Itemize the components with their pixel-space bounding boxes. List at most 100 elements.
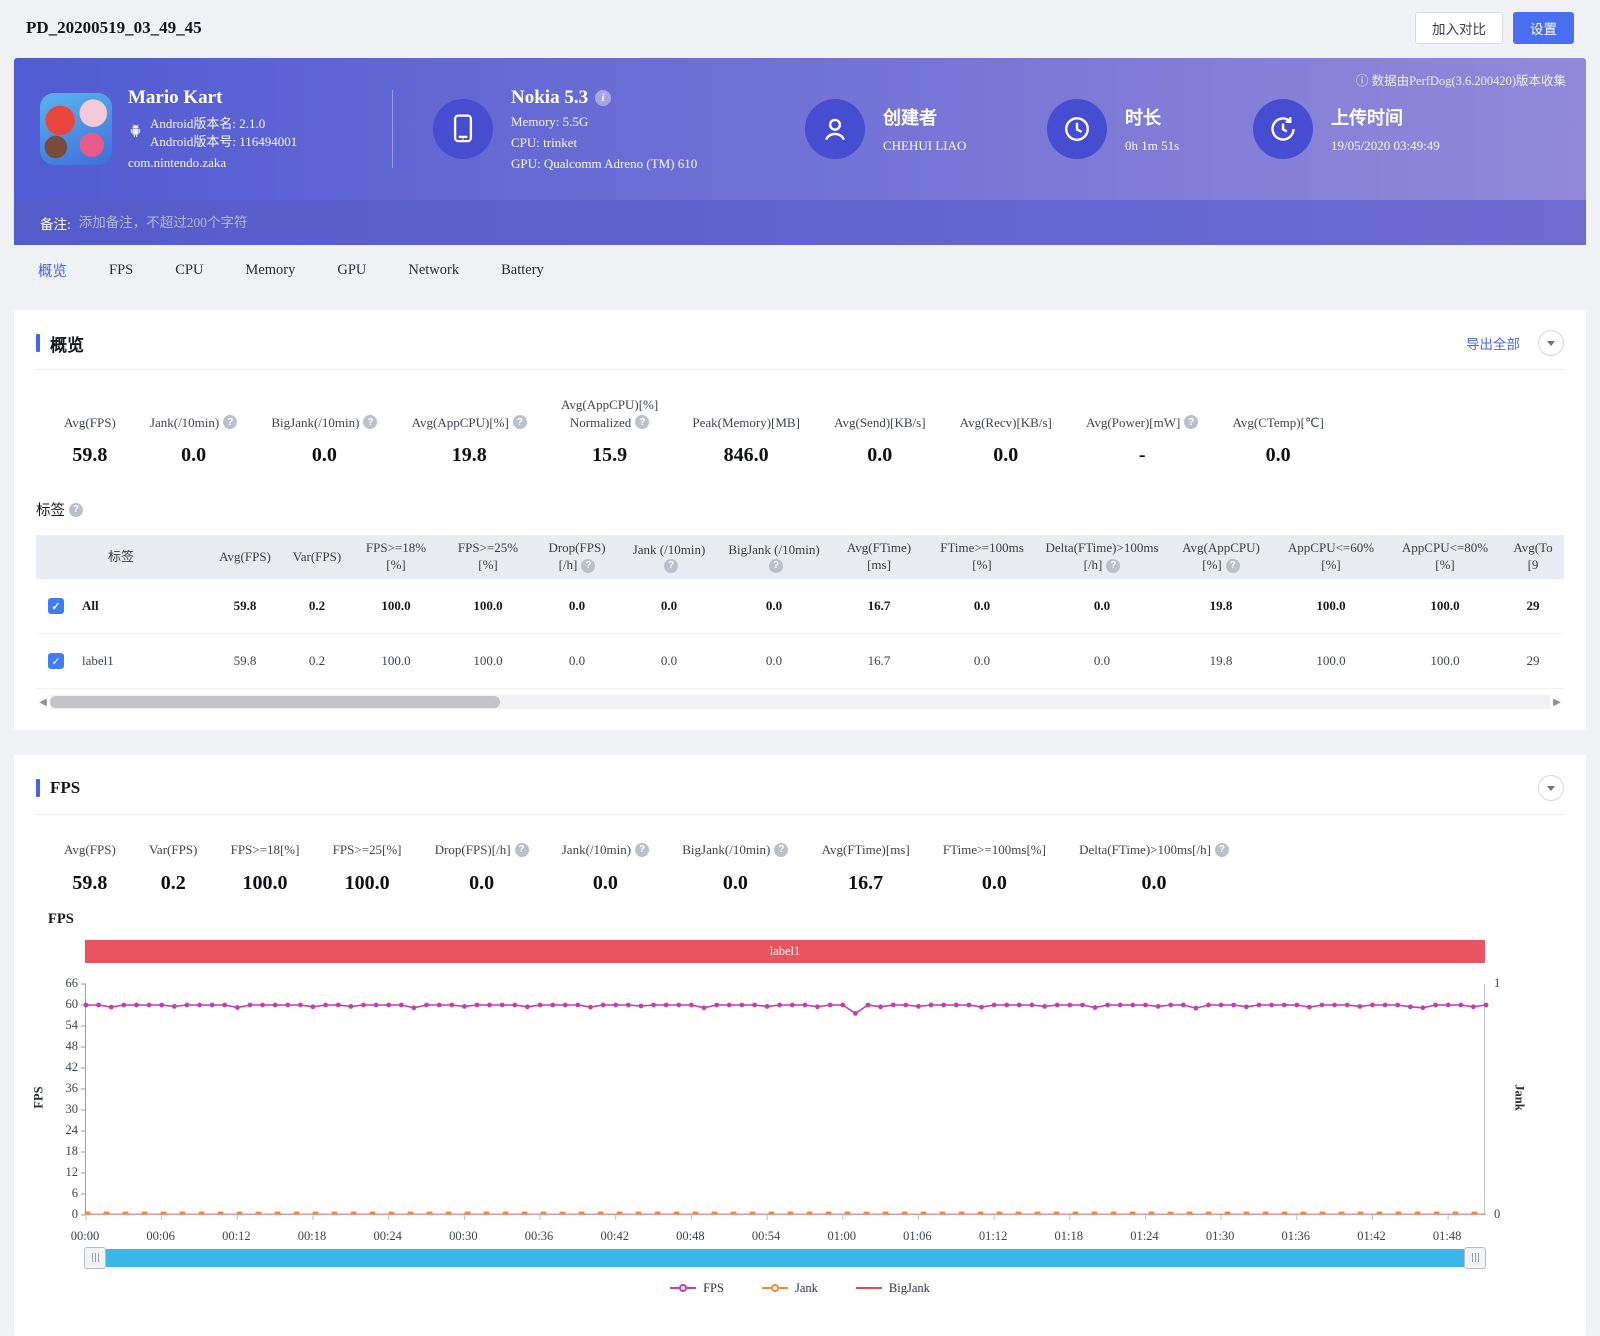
- top-bar: PD_20200519_03_49_45 加入对比 设置: [0, 0, 1600, 56]
- legend-item-FPS[interactable]: FPS: [670, 1281, 724, 1296]
- help-icon[interactable]: ?: [1106, 559, 1120, 573]
- note-strip[interactable]: 备注:: [14, 200, 1586, 245]
- col-header-Avg(FTime): Avg(FTime)[ms]: [830, 535, 928, 579]
- slider-handle-right[interactable]: [1464, 1247, 1486, 1269]
- y-tick-label: 30: [36, 1102, 78, 1117]
- device-info-icon[interactable]: i: [595, 90, 611, 106]
- stat-value: 0.0: [993, 444, 1018, 467]
- cell: 0.0: [1036, 598, 1168, 614]
- fps-chart-title: FPS: [36, 911, 1564, 928]
- row-label: label1: [82, 653, 114, 669]
- help-icon[interactable]: ?: [664, 559, 678, 573]
- tab-GPU[interactable]: GPU: [337, 262, 366, 279]
- scroll-right-arrow-icon[interactable]: ▶: [1550, 697, 1564, 708]
- creator-label: 创建者: [883, 104, 966, 130]
- stat-value: 0.0: [723, 872, 748, 895]
- help-icon[interactable]: ?: [69, 503, 83, 517]
- collapse-fps-button[interactable]: [1538, 775, 1564, 801]
- cell: 100.0: [350, 598, 442, 614]
- tab-Memory[interactable]: Memory: [245, 262, 295, 279]
- help-icon[interactable]: ?: [1184, 415, 1198, 429]
- page-title: PD_20200519_03_49_45: [26, 18, 202, 38]
- x-tick-label: 01:06: [887, 1229, 947, 1244]
- fps-chart: label1 FPS Jank FPSJankBigJank 666054484…: [36, 940, 1564, 1300]
- cell: 59.8: [206, 653, 284, 669]
- note-input[interactable]: [79, 215, 1560, 231]
- scroll-left-arrow-icon[interactable]: ◀: [36, 697, 50, 708]
- table-row-label1: ✓label159.80.2100.0100.00.00.00.016.70.0…: [36, 634, 1564, 689]
- col-header-标签: 标签: [36, 535, 206, 579]
- help-icon[interactable]: ?: [223, 415, 237, 429]
- cell: 100.0: [1274, 653, 1388, 669]
- tab-Battery[interactable]: Battery: [501, 262, 544, 279]
- help-icon[interactable]: ?: [513, 415, 527, 429]
- scrollbar-track[interactable]: [50, 695, 1550, 709]
- col-header-Drop(FPS): Drop(FPS)[/h]?: [534, 535, 620, 579]
- cell: 100.0: [1388, 653, 1502, 669]
- tags-title: 标签: [36, 499, 65, 520]
- y-tick-label: 36: [36, 1081, 78, 1096]
- legend-label: FPS: [703, 1281, 724, 1296]
- export-all-link[interactable]: 导出全部: [1466, 333, 1520, 353]
- section-tabs: 概览 FPS CPU Memory GPU Network Battery: [0, 245, 1600, 295]
- legend-item-Jank[interactable]: Jank: [762, 1281, 818, 1296]
- stat-FTime>=100ms[%]: FTime>=100ms[%]0.0: [943, 841, 1046, 895]
- slider-handle-left[interactable]: [84, 1247, 106, 1269]
- help-icon[interactable]: ?: [1215, 843, 1229, 857]
- range-slider[interactable]: [85, 1249, 1485, 1267]
- cell: 0.0: [928, 653, 1036, 669]
- cell: 0.2: [284, 598, 350, 614]
- fps-line-chart: [86, 984, 1486, 1215]
- cell: 16.7: [830, 653, 928, 669]
- x-tick-label: 01:18: [1039, 1229, 1099, 1244]
- table-hscrollbar: ◀ ▶: [36, 695, 1564, 709]
- help-icon[interactable]: ?: [363, 415, 377, 429]
- app-package: com.nintendo.zaka: [128, 155, 297, 171]
- scrollbar-thumb[interactable]: [50, 696, 500, 708]
- tab-CPU[interactable]: CPU: [175, 262, 203, 279]
- stat-Jank(/10min): Jank(/10min)?0.0: [150, 414, 237, 468]
- tags-table: 标签Avg(FPS)Var(FPS)FPS>=18%[%]FPS>=25%[%]…: [36, 535, 1564, 689]
- chart-label-band[interactable]: label1: [85, 940, 1485, 963]
- app-icon: [40, 93, 112, 165]
- device-gpu: GPU: Qualcomm Adreno (TM) 610: [511, 156, 697, 172]
- overview-stats-row: Avg(FPS)59.8Jank(/10min)?0.0BigJank(/10m…: [14, 370, 1324, 467]
- x-tick-label: 01:48: [1417, 1229, 1477, 1244]
- col-header-AppCPU<=80%: AppCPU<=80%[%]: [1388, 535, 1502, 579]
- add-compare-button[interactable]: 加入对比: [1415, 12, 1503, 44]
- help-icon[interactable]: ?: [515, 843, 529, 857]
- stat-FPS>=18[%]: FPS>=18[%]100.0: [231, 841, 300, 895]
- cell: 100.0: [350, 653, 442, 669]
- divider: [392, 90, 393, 168]
- help-icon[interactable]: ?: [1226, 559, 1240, 573]
- device-block: Nokia 5.3 i Memory: 5.5G CPU: trinket GP…: [433, 87, 805, 172]
- col-header-FPS>=25%: FPS>=25%[%]: [442, 535, 534, 579]
- legend-label: BigJank: [889, 1281, 930, 1296]
- legend-item-BigJank[interactable]: BigJank: [856, 1281, 930, 1296]
- row-checkbox[interactable]: ✓: [48, 653, 64, 669]
- fps-section-title: FPS: [50, 778, 80, 798]
- row-checkbox[interactable]: ✓: [48, 598, 64, 614]
- x-tick-label: 00:18: [282, 1229, 342, 1244]
- help-icon[interactable]: ?: [581, 559, 595, 573]
- collapse-overview-button[interactable]: [1538, 330, 1564, 356]
- stat-Avg(CTemp)[℃]: Avg(CTemp)[℃]0.0: [1232, 414, 1323, 468]
- tab-Network[interactable]: Network: [408, 262, 459, 279]
- chart-legend: FPS Jank BigJank: [36, 1281, 1564, 1296]
- help-icon[interactable]: ?: [635, 415, 649, 429]
- y-tick-label: 0: [36, 1207, 78, 1222]
- col-header-Jank (/10min): Jank (/10min)?: [620, 535, 718, 579]
- stat-Avg(Power)[mW]: Avg(Power)[mW]?-: [1086, 414, 1198, 468]
- help-icon[interactable]: ?: [635, 843, 649, 857]
- tab-概览[interactable]: 概览: [38, 260, 67, 281]
- device-memory: Memory: 5.5G: [511, 114, 697, 130]
- clock-icon: [1047, 99, 1107, 159]
- col-header-Var(FPS): Var(FPS): [284, 535, 350, 579]
- tab-FPS[interactable]: FPS: [109, 262, 133, 279]
- chevron-down-icon: [1547, 786, 1555, 791]
- device-cpu: CPU: trinket: [511, 135, 697, 151]
- help-icon[interactable]: ?: [769, 559, 783, 573]
- settings-button[interactable]: 设置: [1513, 12, 1574, 44]
- history-clock-icon: [1253, 99, 1313, 159]
- help-icon[interactable]: ?: [774, 843, 788, 857]
